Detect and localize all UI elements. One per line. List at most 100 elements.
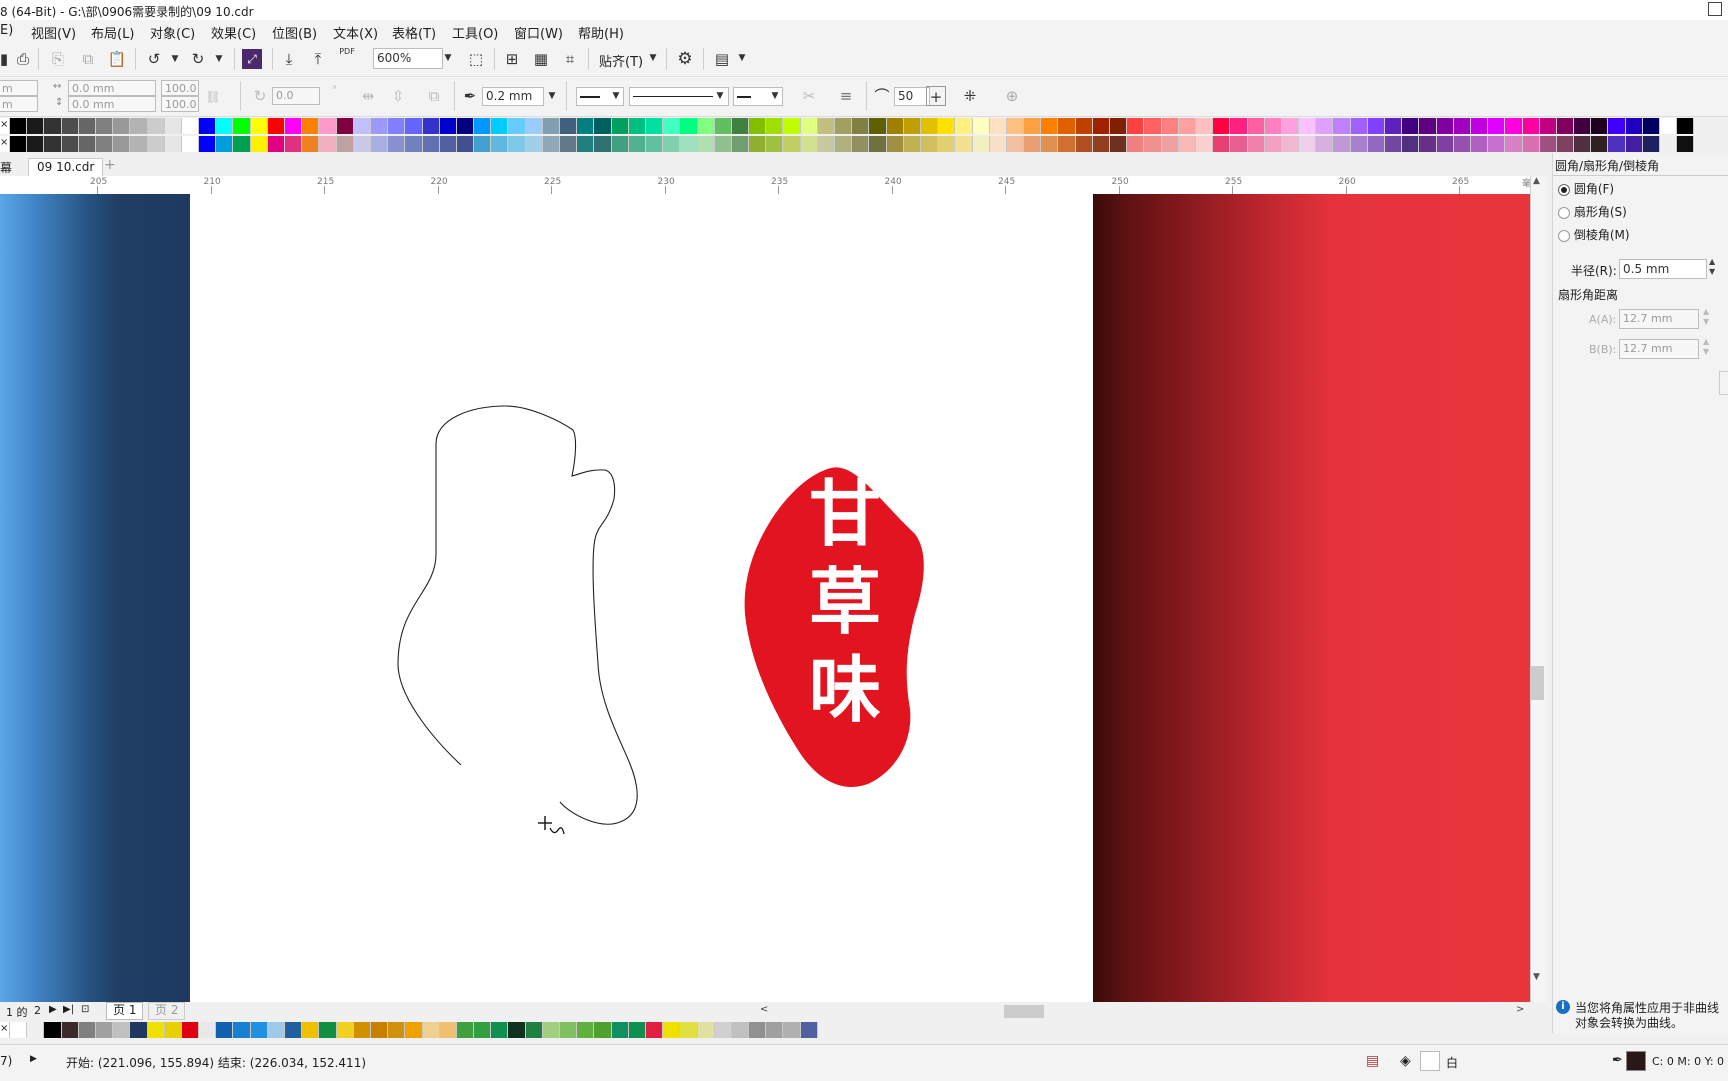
color-swatch[interactable]: [422, 136, 440, 152]
no-color-swatch[interactable]: ×: [0, 136, 10, 152]
color-swatch[interactable]: [645, 118, 664, 134]
color-swatch[interactable]: [27, 1022, 45, 1038]
color-swatch[interactable]: [95, 136, 114, 152]
color-swatch[interactable]: [1367, 118, 1385, 134]
color-swatch[interactable]: [852, 118, 870, 134]
to-curves-icon[interactable]: ⧉: [424, 86, 444, 106]
color-swatch[interactable]: [61, 118, 79, 134]
color-swatch[interactable]: [1264, 136, 1282, 152]
color-swatch[interactable]: [525, 118, 543, 134]
color-swatch[interactable]: [680, 1022, 698, 1038]
fill-bucket-icon[interactable]: ◈: [1400, 1053, 1411, 1069]
save-icon[interactable]: ▮: [0, 49, 14, 69]
color-swatch[interactable]: [27, 118, 45, 134]
color-swatch[interactable]: [422, 118, 440, 134]
scroll-right-icon[interactable]: >: [1516, 1004, 1524, 1015]
menu-tools[interactable]: 工具(O): [452, 23, 498, 42]
color-swatch[interactable]: [645, 136, 664, 152]
color-swatch[interactable]: [577, 118, 595, 134]
color-swatch[interactable]: [1006, 118, 1025, 134]
color-swatch[interactable]: [663, 118, 681, 134]
color-swatch[interactable]: [1041, 136, 1059, 152]
color-swatch[interactable]: [1419, 118, 1437, 134]
color-swatch[interactable]: [1574, 136, 1592, 152]
undo-dropdown-icon[interactable]: ▼: [168, 54, 182, 64]
color-swatch[interactable]: [388, 118, 406, 134]
color-swatch[interactable]: [164, 118, 182, 134]
red-gradient-rectangle[interactable]: [1093, 194, 1530, 1002]
color-swatch[interactable]: [1436, 118, 1454, 134]
snap-dropdown-icon[interactable]: ▼: [646, 53, 660, 63]
color-swatch[interactable]: [147, 136, 165, 152]
color-swatch[interactable]: [817, 118, 835, 134]
color-swatch[interactable]: [1333, 118, 1351, 134]
color-swatch[interactable]: [886, 136, 904, 152]
zoom-level-field[interactable]: 600%: [373, 48, 443, 69]
scroll-left-icon[interactable]: <: [760, 1004, 768, 1015]
color-swatch[interactable]: [439, 118, 457, 134]
freehand-outline-curve[interactable]: [397, 405, 638, 825]
line-style-dropdown-icon[interactable]: ▼: [713, 91, 727, 101]
color-swatch[interactable]: [1660, 118, 1678, 134]
color-swatch[interactable]: [336, 1022, 354, 1038]
color-swatch[interactable]: [835, 118, 853, 134]
color-swatch[interactable]: [285, 1022, 303, 1038]
color-swatch[interactable]: [989, 118, 1007, 134]
color-swatch[interactable]: [731, 136, 750, 152]
color-swatch[interactable]: [1505, 136, 1523, 152]
color-swatch[interactable]: [1419, 136, 1437, 152]
color-swatch[interactable]: [353, 136, 371, 152]
color-swatch[interactable]: [1677, 136, 1695, 152]
a-distance-input[interactable]: 12.7 mm: [1619, 309, 1699, 329]
end-arrowhead-dropdown-icon[interactable]: ▼: [768, 91, 782, 101]
horizontal-scroll-thumb[interactable]: [1004, 1005, 1044, 1018]
color-swatch[interactable]: [130, 136, 148, 152]
color-swatch[interactable]: [817, 136, 835, 152]
color-swatch[interactable]: [1041, 118, 1059, 134]
color-swatch[interactable]: [628, 118, 646, 134]
rotation-field[interactable]: 0.0: [272, 87, 320, 105]
color-swatch[interactable]: [319, 1022, 337, 1038]
color-swatch[interactable]: [680, 118, 698, 134]
color-swatch[interactable]: [113, 136, 131, 152]
color-swatch[interactable]: [1367, 136, 1385, 152]
color-swatch[interactable]: [1058, 118, 1076, 134]
menu-text[interactable]: 文本(X): [333, 23, 378, 42]
color-swatch[interactable]: [1092, 136, 1110, 152]
color-swatch[interactable]: [714, 1022, 732, 1038]
color-swatch[interactable]: [388, 136, 406, 152]
color-swatch[interactable]: [508, 118, 526, 134]
color-swatch[interactable]: [1178, 136, 1196, 152]
no-color-swatch[interactable]: ×: [0, 118, 10, 134]
mirror-horizontal-icon[interactable]: ⇹: [358, 86, 378, 106]
color-swatch[interactable]: [1677, 118, 1695, 134]
color-swatch[interactable]: [1058, 136, 1076, 152]
color-palette-bottom-row[interactable]: ×: [0, 136, 1710, 152]
color-swatch[interactable]: [370, 136, 389, 152]
redo-dropdown-icon[interactable]: ▼: [212, 54, 226, 64]
color-swatch[interactable]: [749, 136, 767, 152]
outline-pen-status-icon[interactable]: ✒: [1612, 1053, 1623, 1068]
quick-customize-icon[interactable]: ⊕: [1002, 86, 1022, 106]
color-swatch[interactable]: [1247, 136, 1265, 152]
color-swatch[interactable]: [1110, 136, 1128, 152]
color-swatch[interactable]: [456, 136, 475, 152]
export-icon[interactable]: ⤒: [308, 49, 328, 69]
color-swatch[interactable]: [1110, 118, 1128, 134]
smoothing-value-field[interactable]: 50: [894, 87, 930, 106]
color-swatch[interactable]: [663, 136, 681, 152]
snap-nodes-icon[interactable]: ⁜: [960, 86, 980, 106]
color-swatch[interactable]: [233, 136, 251, 152]
color-swatch[interactable]: [1608, 136, 1626, 152]
color-swatch[interactable]: [491, 136, 509, 152]
color-swatch[interactable]: [594, 118, 612, 134]
color-swatch[interactable]: [714, 136, 732, 152]
color-swatch[interactable]: [336, 118, 354, 134]
color-swatch[interactable]: [1642, 118, 1660, 134]
color-swatch[interactable]: [1195, 136, 1214, 152]
color-swatch[interactable]: [714, 118, 732, 134]
color-swatch[interactable]: [27, 136, 45, 152]
color-swatch[interactable]: [285, 118, 303, 134]
color-swatch[interactable]: [439, 1022, 457, 1038]
color-swatch[interactable]: [749, 1022, 767, 1038]
